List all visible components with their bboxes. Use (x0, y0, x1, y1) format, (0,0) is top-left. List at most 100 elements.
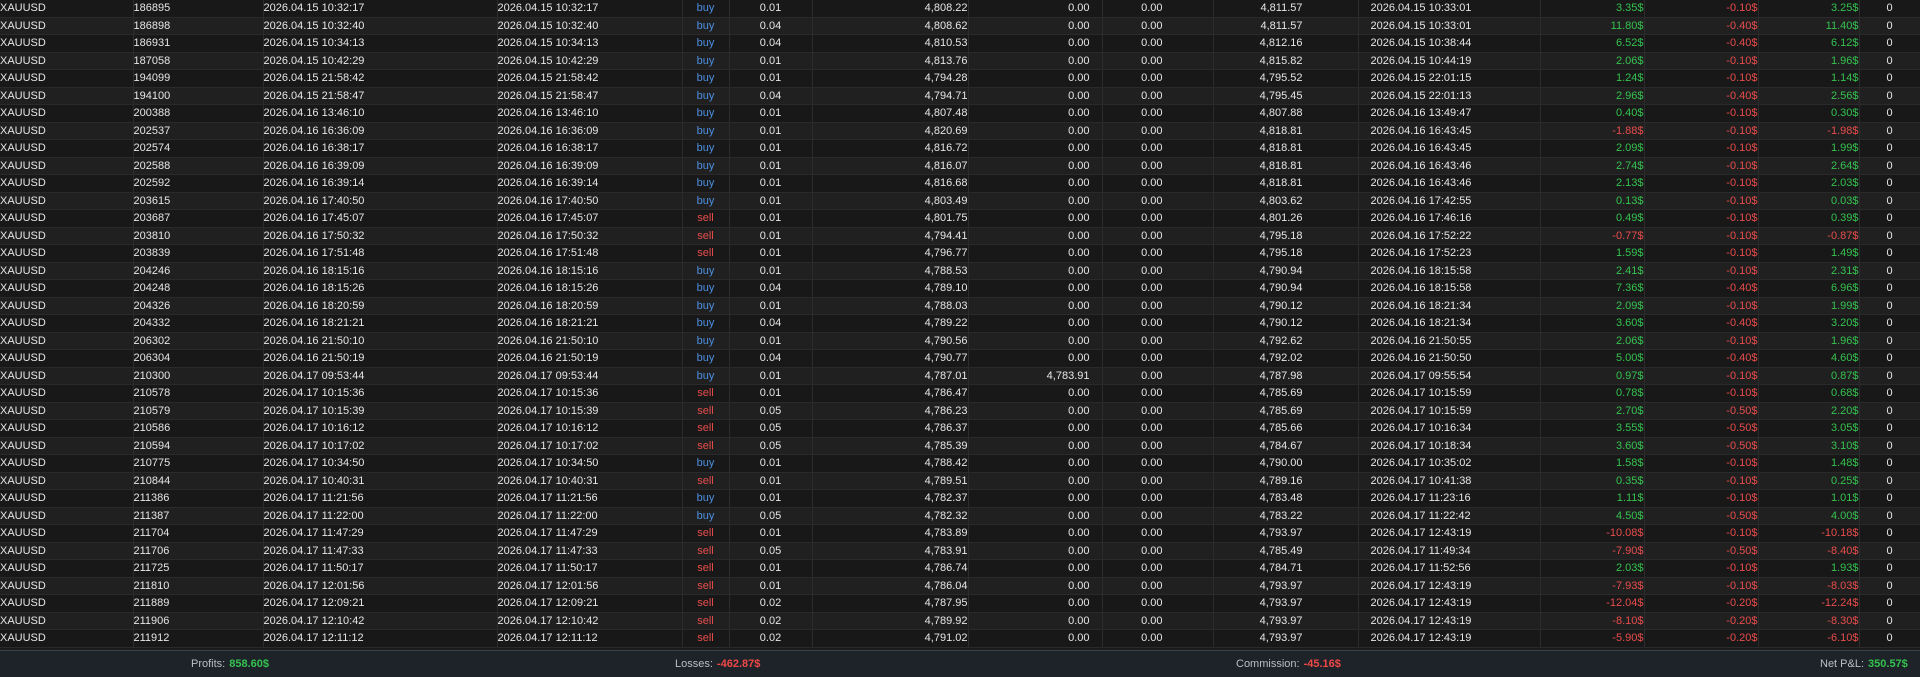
commission-cell: -0.40$ (1644, 87, 1759, 105)
tp-cell: 0.00 (1102, 472, 1214, 490)
open-time-cell: 2026.04.16 17:45:07 (263, 209, 498, 228)
table-row[interactable]: XAUUSD 211387 2026.04.17 11:22:00 2026.04.1… (0, 507, 1920, 525)
net-cell: -8.03$ (1758, 577, 1860, 595)
table-row[interactable]: XAUUSD 211810 2026.04.17 12:01:56 2026.04.1… (0, 577, 1920, 595)
table-row[interactable]: XAUUSD 187058 2026.04.15 10:42:29 2026.04.1… (0, 52, 1920, 70)
tp-cell: 0.00 (1102, 192, 1214, 210)
open-time-cell: 2026.04.16 18:15:16 (263, 262, 498, 280)
swap-cell: 0 (1859, 69, 1920, 88)
side-cell: buy (682, 332, 730, 350)
table-row[interactable]: XAUUSD 204326 2026.04.16 18:20:59 2026.04.1… (0, 297, 1920, 315)
table-row[interactable]: XAUUSD 200388 2026.04.16 13:46:10 2026.04.1… (0, 104, 1920, 123)
sl-cell: 0.00 (968, 34, 1103, 53)
close-time-cell: 2026.04.16 16:43:46 (1358, 157, 1541, 175)
table-row[interactable]: XAUUSD 210775 2026.04.17 10:34:50 2026.04.1… (0, 454, 1920, 473)
symbol-cell: XAUUSD (0, 629, 134, 648)
open-price-cell: 4,788.42 (812, 454, 969, 473)
net-cell: 2.64$ (1758, 157, 1860, 175)
table-row[interactable]: XAUUSD 202588 2026.04.16 16:39:09 2026.04.1… (0, 157, 1920, 175)
table-row[interactable]: XAUUSD 206304 2026.04.16 21:50:19 2026.04.1… (0, 349, 1920, 368)
table-row[interactable]: XAUUSD 194099 2026.04.15 21:58:42 2026.04.1… (0, 69, 1920, 88)
table-row[interactable]: XAUUSD 204248 2026.04.16 18:15:26 2026.04.1… (0, 279, 1920, 298)
symbol-cell: XAUUSD (0, 349, 134, 368)
symbol-cell: XAUUSD (0, 437, 134, 455)
side-cell: buy (682, 174, 730, 193)
commission-cell: -0.50$ (1644, 402, 1759, 420)
tp-cell: 0.00 (1102, 87, 1214, 105)
table-row[interactable]: XAUUSD 211889 2026.04.17 12:09:21 2026.04.1… (0, 594, 1920, 613)
table-row[interactable]: XAUUSD 202592 2026.04.16 16:39:14 2026.04.1… (0, 174, 1920, 193)
tp-cell: 0.00 (1102, 577, 1214, 595)
profit-cell: 3.60$ (1540, 437, 1645, 455)
table-row[interactable]: XAUUSD 186931 2026.04.15 10:34:13 2026.04.1… (0, 34, 1920, 53)
net-cell: 2.31$ (1758, 262, 1860, 280)
net-cell: 1.49$ (1758, 244, 1860, 263)
fill-time-cell: 2026.04.15 10:32:40 (497, 17, 683, 35)
volume-cell: 0.01 (729, 384, 813, 403)
table-row[interactable]: XAUUSD 211906 2026.04.17 12:10:42 2026.04.1… (0, 612, 1920, 630)
net-cell: 3.25$ (1758, 0, 1860, 18)
profit-cell: 1.24$ (1540, 69, 1645, 88)
sl-cell: 0.00 (968, 349, 1103, 368)
close-price-cell: 4,783.22 (1213, 507, 1359, 525)
table-row[interactable]: XAUUSD 210844 2026.04.17 10:40:31 2026.04.1… (0, 472, 1920, 490)
table-row[interactable]: XAUUSD 206302 2026.04.16 21:50:10 2026.04.1… (0, 332, 1920, 350)
side-cell: sell (682, 594, 730, 613)
tp-cell: 0.00 (1102, 52, 1214, 70)
table-row[interactable]: XAUUSD 186895 2026.04.15 10:32:17 2026.04.1… (0, 0, 1920, 18)
swap-cell: 0 (1859, 524, 1920, 543)
commission-cell: -0.10$ (1644, 384, 1759, 403)
close-price-cell: 4,795.18 (1213, 244, 1359, 263)
symbol-cell: XAUUSD (0, 0, 134, 18)
table-row[interactable]: XAUUSD 211725 2026.04.17 11:50:17 2026.04.1… (0, 559, 1920, 578)
swap-cell: 0 (1859, 34, 1920, 53)
tp-cell: 0.00 (1102, 454, 1214, 473)
commission-cell: -0.40$ (1644, 34, 1759, 53)
symbol-cell: XAUUSD (0, 244, 134, 263)
table-row[interactable]: XAUUSD 203810 2026.04.16 17:50:32 2026.04.1… (0, 227, 1920, 245)
fill-time-cell: 2026.04.16 16:39:14 (497, 174, 683, 193)
table-row[interactable]: XAUUSD 210586 2026.04.17 10:16:12 2026.04.1… (0, 419, 1920, 438)
table-row[interactable]: XAUUSD 203687 2026.04.16 17:45:07 2026.04.1… (0, 209, 1920, 228)
table-row[interactable]: XAUUSD 210578 2026.04.17 10:15:36 2026.04.1… (0, 384, 1920, 403)
table-row[interactable]: XAUUSD 211706 2026.04.17 11:47:33 2026.04.1… (0, 542, 1920, 560)
table-row[interactable]: XAUUSD 211386 2026.04.17 11:21:56 2026.04.1… (0, 489, 1920, 508)
sl-cell: 0.00 (968, 0, 1103, 18)
table-row[interactable]: XAUUSD 194100 2026.04.15 21:58:47 2026.04.1… (0, 87, 1920, 105)
net-cell: 1.99$ (1758, 139, 1860, 158)
tp-cell: 0.00 (1102, 559, 1214, 578)
sl-cell: 0.00 (968, 244, 1103, 263)
volume-cell: 0.04 (729, 314, 813, 333)
table-row[interactable]: XAUUSD 186898 2026.04.15 10:32:40 2026.04.1… (0, 17, 1920, 35)
table-row[interactable]: XAUUSD 203615 2026.04.16 17:40:50 2026.04.1… (0, 192, 1920, 210)
sl-cell: 0.00 (968, 262, 1103, 280)
close-time-cell: 2026.04.16 16:43:46 (1358, 174, 1541, 193)
sl-cell: 0.00 (968, 192, 1103, 210)
table-row[interactable]: XAUUSD 203839 2026.04.16 17:51:48 2026.04.1… (0, 244, 1920, 263)
table-row[interactable]: XAUUSD 204332 2026.04.16 18:21:21 2026.04.1… (0, 314, 1920, 333)
profit-cell: 1.58$ (1540, 454, 1645, 473)
table-row[interactable]: XAUUSD 210594 2026.04.17 10:17:02 2026.04.1… (0, 437, 1920, 455)
net-cell: 6.12$ (1758, 34, 1860, 53)
open-price-cell: 4,783.91 (812, 542, 969, 560)
table-row[interactable]: XAUUSD 210300 2026.04.17 09:53:44 2026.04.1… (0, 367, 1920, 385)
close-time-cell: 2026.04.17 11:23:16 (1358, 489, 1541, 508)
net-cell: 1.99$ (1758, 297, 1860, 315)
close-price-cell: 4,801.26 (1213, 209, 1359, 228)
table-row[interactable]: XAUUSD 211704 2026.04.17 11:47:29 2026.04.1… (0, 524, 1920, 543)
close-price-cell: 4,792.62 (1213, 332, 1359, 350)
table-row[interactable]: XAUUSD 211912 2026.04.17 12:11:12 2026.04.1… (0, 629, 1920, 648)
commission-cell: -0.50$ (1644, 542, 1759, 560)
table-row[interactable]: XAUUSD 202574 2026.04.16 16:38:17 2026.04.1… (0, 139, 1920, 158)
table-row[interactable]: XAUUSD 210579 2026.04.17 10:15:39 2026.04.1… (0, 402, 1920, 420)
close-price-cell: 4,818.81 (1213, 122, 1359, 140)
close-price-cell: 4,792.02 (1213, 349, 1359, 368)
open-price-cell: 4,816.72 (812, 139, 969, 158)
profit-cell: 2.09$ (1540, 139, 1645, 158)
profits-summary: Profits: 858.60$ (191, 658, 269, 670)
table-row[interactable]: XAUUSD 204246 2026.04.16 18:15:16 2026.04.1… (0, 262, 1920, 280)
fill-time-cell: 2026.04.17 12:11:12 (497, 629, 683, 648)
symbol-cell: XAUUSD (0, 174, 134, 193)
table-row[interactable]: XAUUSD 202537 2026.04.16 16:36:09 2026.04.1… (0, 122, 1920, 140)
open-time-cell: 2026.04.17 10:15:36 (263, 384, 498, 403)
